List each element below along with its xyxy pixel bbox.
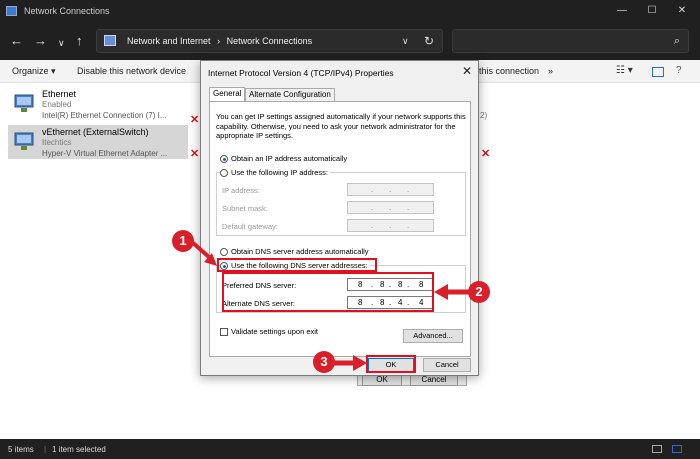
network-folder-icon [6,6,17,16]
connection-adapter: Intel(R) Ethernet Connection (7) I... [42,111,167,120]
subnet-mask-label: Subnet mask: [222,204,268,213]
checkbox-icon [220,328,228,337]
tab-general[interactable]: General [209,87,246,102]
window-title: Network Connections [24,6,110,16]
breadcrumb-separator: › [217,36,221,46]
obtain-dns-auto-radio[interactable]: Obtain DNS server address automatically [220,247,369,257]
more-commands-icon[interactable]: » [548,66,553,76]
step-3-marker: 3 [313,351,335,373]
breadcrumb-network-and-internet[interactable]: Network and Internet [127,36,211,46]
address-expand-icon[interactable]: ∨ [402,36,409,47]
close-button[interactable]: ✕ [672,2,692,20]
ipv4-properties-dialog: Internet Protocol Version 4 (TCP/IPv4) P… [200,60,479,376]
partial-adapter-text: 2) [480,111,488,120]
obtain-ip-auto-radio[interactable]: Obtain an IP address automatically [220,154,348,164]
breadcrumb-network-connections[interactable]: Network Connections [227,36,313,46]
ip-address-field: ... [347,183,434,196]
minimize-button[interactable]: — [612,2,632,20]
use-static-ip-radio[interactable]: Use the following IP address: [220,168,330,178]
connection-vethernet[interactable]: vEthernet (ExternalSwitch) Itechtics Hyp… [8,125,188,159]
refresh-icon[interactable]: ↻ [424,34,434,48]
step-2-marker: 2 [468,281,490,303]
dialog-title: Internet Protocol Version 4 (TCP/IPv4) P… [208,68,394,78]
item-count: 5 items [8,445,34,454]
dns-fields-highlight [222,272,434,312]
search-icon: ⌕ [673,35,680,47]
search-input[interactable]: ⌕ [452,29,689,53]
ip-settings-description: You can get IP settings assigned automat… [216,112,466,140]
rename-connection-button[interactable]: this connection [479,66,539,76]
dns-radio-highlight [217,258,377,272]
up-arrow-icon[interactable]: ↑ [76,33,83,49]
forward-arrow-icon[interactable]: → [34,33,47,49]
tiles-view-icon[interactable] [672,445,682,453]
validate-settings-label: Validate settings upon exit [231,327,319,336]
control-panel-icon [104,35,116,46]
ok-button-highlight [366,355,416,373]
address-bar[interactable]: Network and Internet › Network Connectio… [96,29,443,53]
general-tab-panel: You can get IP settings assigned automat… [209,101,471,357]
disconnected-icon: ✕ [190,148,200,160]
connection-adapter: Hyper-V Virtual Ethernet Adapter ... [42,149,168,158]
back-arrow-icon[interactable]: ← [10,33,23,49]
connection-name: Ethernet [42,89,77,99]
breadcrumb: Network and Internet › Network Connectio… [127,36,312,46]
selection-count: 1 item selected [52,445,106,454]
obtain-ip-auto-label: Obtain an IP address automatically [231,154,348,163]
cancel-button[interactable]: Cancel [423,358,471,372]
use-static-ip-label: Use the following IP address: [231,168,328,177]
disconnected-icon: ✕ [481,148,491,160]
radio-checked-icon [220,155,228,164]
ip-address-label: IP address: [222,186,260,195]
organize-menu[interactable]: Organize ▾ [12,66,56,77]
maximize-button[interactable]: ☐ [642,2,662,20]
obtain-dns-auto-label: Obtain DNS server address automatically [231,247,369,256]
step-3-arrow [333,355,367,371]
disconnected-icon: ✕ [190,114,200,126]
recent-locations-icon[interactable]: ∨ [58,35,65,51]
view-options-icon[interactable]: ☷ ▾ [616,65,633,76]
default-gateway-label: Default gateway: [222,222,278,231]
disable-device-button[interactable]: Disable this network device [77,66,186,76]
connection-name: vEthernet (ExternalSwitch) [42,127,149,137]
preview-pane-icon[interactable] [652,67,664,77]
network-adapter-icon [14,94,34,112]
network-adapter-icon [14,132,34,150]
connection-ethernet[interactable]: Ethernet Enabled Intel(R) Ethernet Conne… [8,87,188,121]
status-bar: 5 items | 1 item selected [0,439,700,459]
window-titlebar: Network Connections — ☐ ✕ [0,0,700,23]
help-icon[interactable]: ? [676,65,682,76]
step-1-arrow [190,240,217,266]
dialog-close-icon[interactable]: ✕ [462,64,472,78]
default-gateway-field: ... [347,219,434,232]
subnet-mask-field: ... [347,201,434,214]
connection-status: Itechtics [42,138,72,147]
radio-unchecked-icon [220,169,228,178]
tab-alternate-configuration[interactable]: Alternate Configuration [245,88,335,102]
advanced-button[interactable]: Advanced... [403,329,463,343]
details-view-icon[interactable] [652,445,662,453]
step-2-arrow [434,284,470,300]
connection-status: Enabled [42,100,72,109]
validate-settings-checkbox[interactable]: Validate settings upon exit [220,327,319,337]
